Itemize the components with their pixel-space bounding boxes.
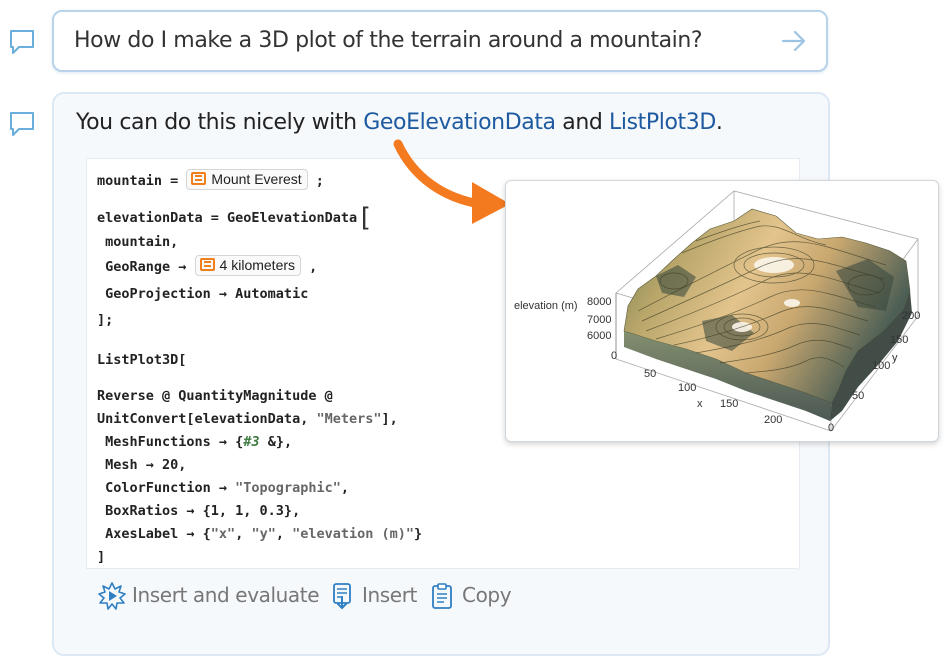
- copy-label: Copy: [462, 583, 512, 607]
- entity-icon: [191, 172, 207, 185]
- z-tick-label: 6000: [587, 330, 611, 342]
- code-line: mountain,: [97, 234, 179, 250]
- answer-text: and: [555, 110, 610, 135]
- y-axis-label: y: [892, 352, 898, 364]
- clipboard-icon: [432, 583, 452, 609]
- insert-and-evaluate-label: Insert and evaluate: [132, 583, 320, 607]
- insert-label: Insert: [362, 583, 417, 607]
- chat-bubble-icon: [10, 112, 34, 136]
- code-line: UnitConvert[elevationData, "Meters"],: [97, 411, 398, 427]
- entity-mount-everest[interactable]: Mount Everest: [186, 169, 308, 190]
- y-tick-label: 100: [872, 360, 890, 372]
- code-line: GeoProjection → Automatic: [97, 286, 309, 302]
- evaluate-icon: [98, 582, 126, 610]
- function-link-listplot3d[interactable]: ListPlot3D: [609, 110, 716, 135]
- y-tick-label: 200: [902, 310, 920, 322]
- code-line: GeoRange → 4 kilometers ,: [97, 255, 318, 276]
- code-line: MeshFunctions → {#3 &},: [97, 434, 293, 450]
- entity-4-kilometers[interactable]: 4 kilometers: [194, 255, 302, 276]
- code-line: BoxRatios → {1, 1, 0.3},: [97, 503, 301, 519]
- x-tick-label: 200: [764, 414, 782, 426]
- plot-output[interactable]: elevation (m) 8000 7000 6000 0 50 100 x …: [505, 180, 939, 442]
- query-box[interactable]: How do I make a 3D plot of the terrain a…: [52, 10, 828, 72]
- code-line: Mesh → 20,: [97, 457, 187, 473]
- code-line: Reverse @ QuantityMagnitude @: [97, 388, 333, 404]
- x-tick-label: 100: [678, 382, 696, 394]
- code-line: elevationData = GeoElevationData[: [97, 203, 373, 233]
- function-link-geoelevationdata[interactable]: GeoElevationData: [363, 110, 556, 135]
- z-tick-label: 7000: [587, 314, 611, 326]
- x-tick-label: 0: [611, 350, 617, 362]
- z-axis-label: elevation (m): [514, 300, 578, 312]
- answer-intro: You can do this nicely with GeoElevation…: [76, 110, 723, 135]
- x-tick-label: 150: [720, 398, 738, 410]
- y-tick-label: 0: [828, 422, 834, 434]
- y-tick-label: 50: [852, 390, 864, 402]
- code-line: ListPlot3D[: [97, 352, 187, 368]
- terrain-3d-plot: elevation (m) 8000 7000 6000 0 50 100 x …: [514, 190, 920, 434]
- answer-text: .: [715, 110, 723, 135]
- code-line: ]: [97, 549, 106, 565]
- z-tick-label: 8000: [587, 296, 611, 308]
- code-line: mountain = Mount Everest ;: [97, 169, 324, 190]
- y-tick-label: 150: [890, 334, 908, 346]
- entity-icon: [199, 258, 215, 271]
- action-bar: Insert and evaluate Insert Copy: [86, 568, 798, 621]
- x-tick-label: 50: [644, 368, 656, 380]
- arrow-right-icon[interactable]: [780, 28, 808, 54]
- query-text: How do I make a 3D plot of the terrain a…: [74, 28, 703, 53]
- code-line: ColorFunction → "Topographic",: [97, 480, 349, 496]
- code-line: ];: [97, 312, 114, 328]
- x-axis-label: x: [697, 398, 703, 410]
- chat-bubble-icon: [10, 30, 34, 54]
- insert-icon: [333, 583, 351, 610]
- code-line: AxesLabel → {"x", "y", "elevation (m)"}: [97, 526, 423, 542]
- pointer-arrow-icon: [393, 139, 510, 224]
- answer-text: You can do this nicely with: [76, 110, 364, 135]
